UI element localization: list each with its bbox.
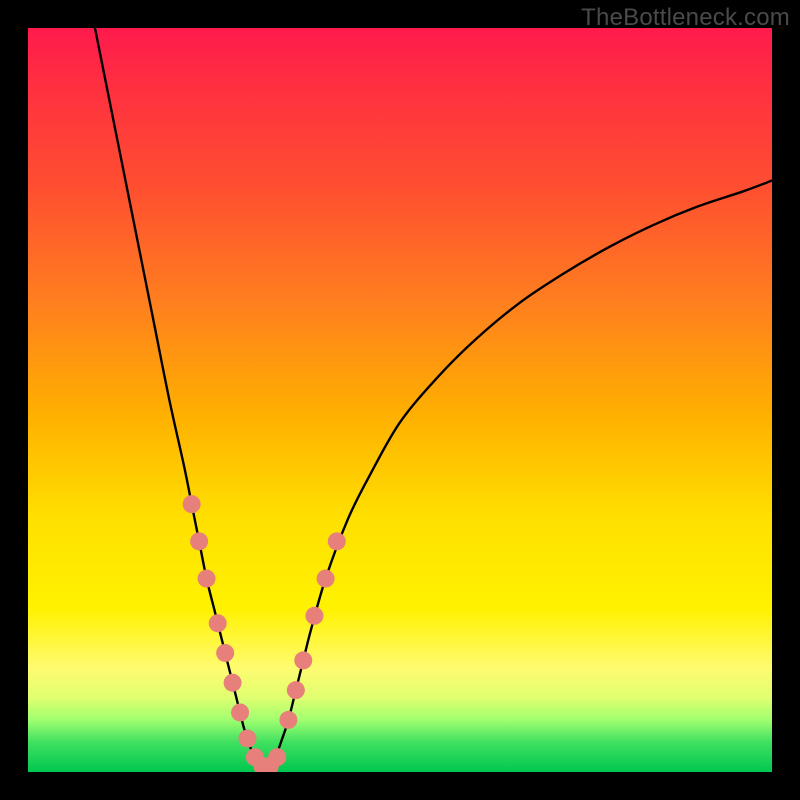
- data-point-marker: [190, 532, 208, 550]
- data-point-marker: [305, 607, 323, 625]
- curve-group: [95, 28, 772, 769]
- bottleneck-curve-plot: [28, 28, 772, 772]
- data-point-marker: [287, 681, 305, 699]
- watermark-text: TheBottleneck.com: [581, 4, 790, 32]
- data-point-marker: [198, 570, 216, 588]
- data-point-marker: [224, 674, 242, 692]
- bottleneck-curve: [95, 28, 772, 769]
- data-point-marker: [231, 703, 249, 721]
- data-point-marker: [294, 651, 312, 669]
- data-point-marker: [268, 748, 286, 766]
- marker-group: [183, 495, 346, 772]
- data-point-marker: [209, 614, 227, 632]
- data-point-marker: [279, 711, 297, 729]
- gradient-plot-area: [28, 28, 772, 772]
- data-point-marker: [328, 532, 346, 550]
- data-point-marker: [216, 644, 234, 662]
- data-point-marker: [317, 570, 335, 588]
- data-point-marker: [238, 730, 256, 748]
- data-point-marker: [183, 495, 201, 513]
